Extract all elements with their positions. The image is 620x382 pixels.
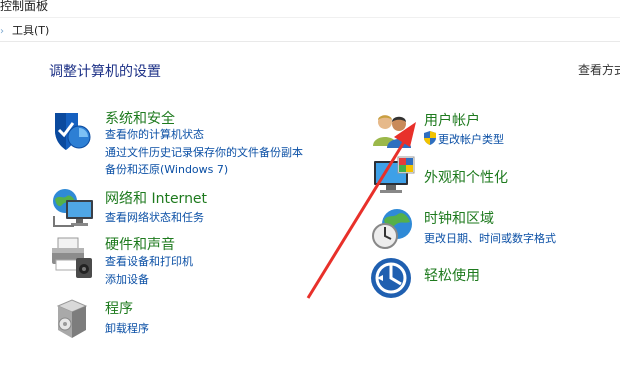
annotation-arrow-shaft bbox=[306, 141, 406, 299]
annotation-arrow-head bbox=[394, 122, 416, 147]
annotation-arrow bbox=[306, 122, 416, 299]
